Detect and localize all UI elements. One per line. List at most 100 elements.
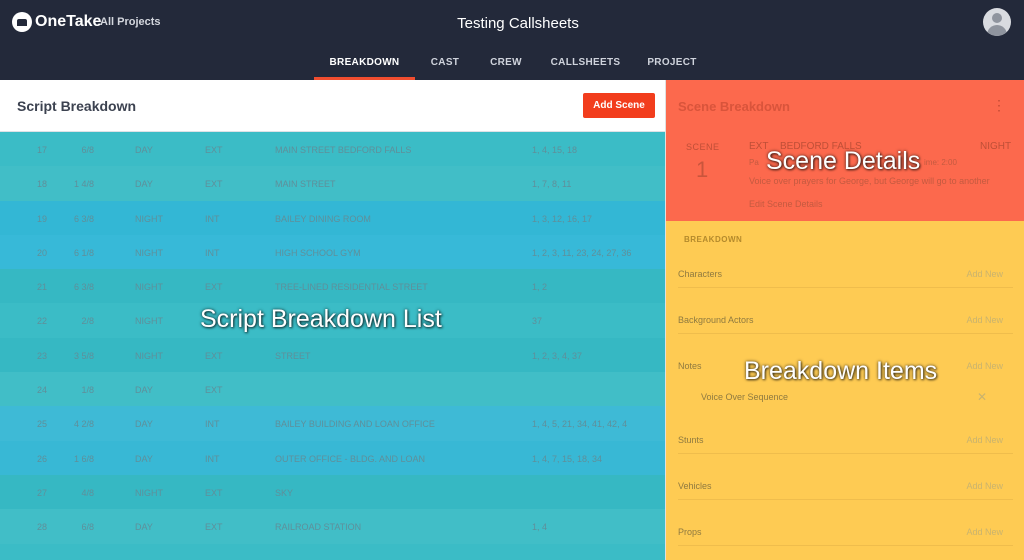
scene-row[interactable]: 21 6 3/8 NIGHT EXT TREE-LINED RESIDENTIAL ST… [0,269,665,304]
more-options-icon[interactable]: ⋮ [992,97,1006,114]
add-new-notes-link[interactable]: Add New [966,361,1003,371]
script-breakdown-list: 17 6/8 DAY EXT MAIN STREET BEDFORD FALLS 1, 4… [0,132,665,560]
scene-number: 25 [36,419,47,430]
category-name: Characters [678,269,723,279]
location: HIGH SCHOOL GYM [275,247,361,258]
int-ext: INT [205,213,220,224]
add-scene-button[interactable]: Add Scene [583,93,655,118]
scene-runtime: ime: 2:00 [924,158,957,167]
right-pane: Scene Breakdown ⋮ SCENE 1 EXT BEDFORD FA… [665,80,1024,560]
tab-crew[interactable]: CREW [476,57,536,68]
time-of-day: DAY [135,179,153,190]
scene-row[interactable]: 27 4/8 NIGHT EXT SKY [0,474,665,510]
cast-ids: 1, 2, 3, 11, 23, 24, 27, 36 [532,247,632,258]
time-of-day: NIGHT [135,487,163,498]
scene-row[interactable]: 24 1/8 DAY EXT [0,372,665,407]
int-ext: EXT [205,145,223,155]
page-count: 4 2/8 [73,419,94,430]
scene-row[interactable]: 23 3 5/8 NIGHT EXT STREET 1, 2, 3, 4, 37 [0,337,665,373]
scene-number: 1 [696,157,709,182]
category-props: Props Add New [678,516,1013,546]
category-vehicles: Vehicles Add New [678,470,1013,500]
scene-row[interactable] [0,543,665,560]
top-bar: OneTake All Projects Testing Callsheets … [0,0,1024,80]
add-new-stunts-link[interactable]: Add New [966,435,1003,445]
tab-cast[interactable]: CAST [415,57,475,68]
int-ext: EXT [205,350,223,361]
tab-callsheets[interactable]: CALLSHEETS [540,57,631,68]
scene-number: 27 [36,487,47,498]
scene-row[interactable]: 19 6 3/8 NIGHT INT BAILEY DINING ROOM 1, 3, 1… [0,200,665,235]
scene-row[interactable]: 18 1 4/8 DAY EXT MAIN STREET 1, 7, 8, 11 [0,166,665,201]
category-name: Props [678,527,702,537]
time-of-day: DAY [135,453,153,464]
add-new-props-link[interactable]: Add New [966,527,1003,537]
location: BAILEY BUILDING AND LOAN OFFICE [275,419,435,430]
breakdown-heading: BREAKDOWN [684,235,743,244]
edit-scene-details-link[interactable]: Edit Scene Details [749,199,823,209]
int-ext: EXT [205,179,223,190]
breakdown-items-panel: BREAKDOWN Characters Add New Background … [666,221,1024,560]
scene-time-of-day: NIGHT [980,141,1012,152]
tab-project[interactable]: PROJECT [636,57,708,68]
time-of-day: DAY [135,419,153,430]
page-count: 2/8 [81,316,94,327]
user-avatar[interactable] [983,8,1011,36]
page-count: 1 6/8 [73,453,94,464]
page-count: 3 5/8 [73,350,94,361]
location: MAIN STREET [275,179,336,190]
page-count: 6/8 [81,145,94,155]
time-of-day: NIGHT [135,350,163,361]
project-title: Testing Callsheets [457,15,579,32]
scene-row[interactable]: 28 6/8 DAY EXT RAILROAD STATION 1, 4 [0,509,665,544]
category-background-actors: Background Actors Add New [678,304,1013,334]
cast-ids: 1, 3, 12, 16, 17 [532,213,593,224]
category-name: Vehicles [678,481,712,491]
int-ext: EXT [205,385,223,396]
time-of-day: DAY [135,385,153,396]
time-of-day: DAY [135,522,153,533]
scene-row[interactable]: 25 4 2/8 DAY INT BAILEY BUILDING AND LOAN OF… [0,406,665,441]
category-name: Notes [678,361,702,371]
add-new-vehicles-link[interactable]: Add New [966,481,1003,491]
int-ext: EXT [205,487,223,498]
int-ext: INT [205,453,220,464]
app-root: OneTake All Projects Testing Callsheets … [0,0,1024,560]
tab-breakdown[interactable]: BREAKDOWN [314,57,415,68]
page-count: 1 4/8 [73,179,94,190]
add-new-characters-link[interactable]: Add New [966,269,1003,279]
int-ext: INT [205,247,220,258]
page-count: 6/8 [81,522,94,533]
int-ext: INT [205,419,220,430]
scene-row[interactable]: 17 6/8 DAY EXT MAIN STREET BEDFORD FALLS 1, 4… [0,132,665,167]
page-count: 6 3/8 [73,282,94,293]
breakdown-item-name: Voice Over Sequence [701,392,789,402]
time-of-day: DAY [135,145,153,155]
add-new-background-actors-link[interactable]: Add New [966,315,1003,325]
cast-ids: 1, 2, 3, 4, 37 [532,350,583,361]
scene-row[interactable]: 20 6 1/8 NIGHT INT HIGH SCHOOL GYM 1, 2, 3, 1… [0,234,665,270]
int-ext: EXT [205,522,223,533]
location: MAIN STREET BEDFORD FALLS [275,145,412,155]
scene-number: 17 [36,145,47,155]
scene-row[interactable]: 26 1 6/8 DAY INT OUTER OFFICE - BLDG. AND LO… [0,440,665,475]
scene-details-label: Scene Details [766,147,921,175]
breakdown-items-label: Breakdown Items [744,357,938,385]
page-count: 6 3/8 [73,213,94,224]
category-stunts: Stunts Add New [678,424,1013,454]
scene-number: 24 [36,385,47,396]
location: TREE-LINED RESIDENTIAL STREET [275,282,428,293]
page-title: Script Breakdown [17,98,137,114]
cast-ids: 1, 4, 7, 15, 18, 34 [532,453,603,464]
scene-number: 26 [36,453,47,464]
location: OUTER OFFICE - BLDG. AND LOAN [275,453,426,464]
scene-details-panel: Scene Breakdown ⋮ SCENE 1 EXT BEDFORD FA… [666,80,1024,221]
remove-item-icon[interactable]: ✕ [977,390,987,404]
scene-breakdown-title: Scene Breakdown [678,99,790,114]
page-count: 1/8 [81,385,94,396]
cast-ids: 1, 4, 5, 21, 34, 41, 42, 4 [532,419,628,430]
breakdown-item: Voice Over Sequence ✕ [701,390,1013,404]
scene-number: 22 [36,316,47,327]
scene-number: 19 [36,213,47,224]
scene-pages: Pa [749,158,759,167]
